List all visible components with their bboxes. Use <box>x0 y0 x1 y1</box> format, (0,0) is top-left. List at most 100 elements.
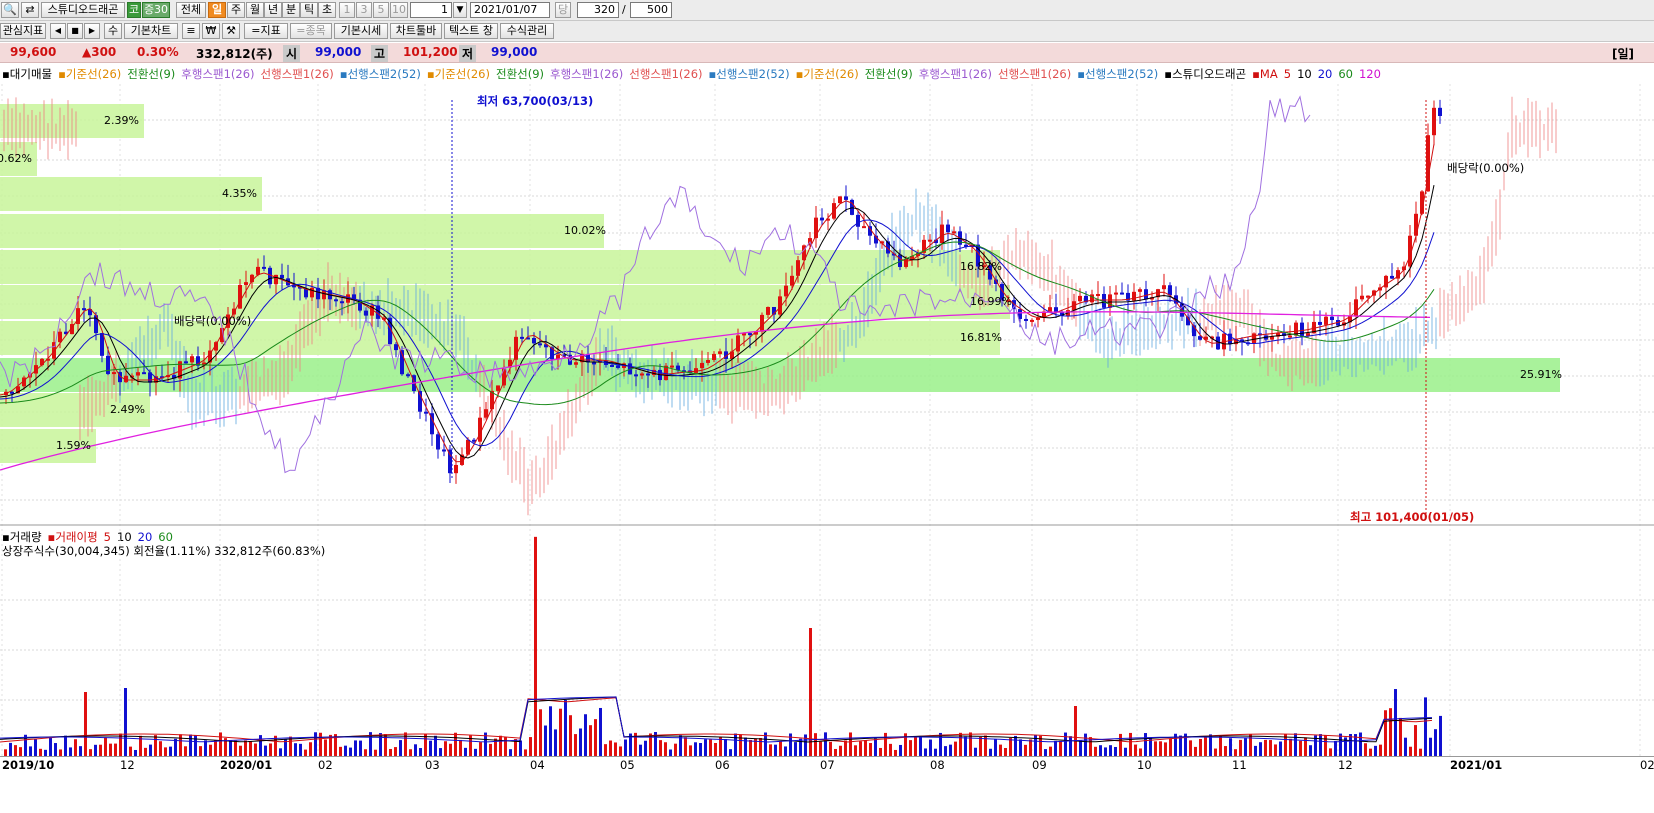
total-count-input[interactable]: 500 <box>630 2 672 18</box>
stock-name-field[interactable]: 스튜디오드래곤 <box>41 2 125 18</box>
period-week-button[interactable]: 주 <box>227 2 245 18</box>
high-price: 101,200 <box>403 45 458 59</box>
period-month-button[interactable]: 월 <box>246 2 264 18</box>
legend-item[interactable]: ▪기준선(26) <box>58 67 121 81</box>
legend-item[interactable]: 120 <box>1359 67 1381 81</box>
candle-body <box>322 290 326 300</box>
chart-toolbar-button[interactable]: 차트툴바 <box>390 23 442 39</box>
volume-bar <box>109 743 112 756</box>
interval-10-button[interactable]: 10 <box>390 2 408 18</box>
volume-bar <box>54 743 57 756</box>
volume-bar <box>619 746 622 756</box>
volume-bar <box>594 719 597 756</box>
sum-button[interactable]: 수 <box>104 23 122 39</box>
display-count-input[interactable]: 320 <box>577 2 619 18</box>
interval-input[interactable]: 1 <box>410 2 452 18</box>
legend-item[interactable]: 20 <box>1318 67 1333 81</box>
volume-bar <box>624 739 627 756</box>
formula-mgmt-button[interactable]: 수식관리 <box>500 23 554 39</box>
candle-body <box>790 275 794 286</box>
legend-item[interactable]: ▪선행스팬2(52) <box>1077 67 1158 81</box>
candle-body <box>1114 292 1118 295</box>
legend-item[interactable]: 선행스팬1(26) <box>998 67 1071 81</box>
chevron-down-icon[interactable]: ▼ <box>453 2 467 18</box>
volume-bar <box>204 740 207 756</box>
candle-body <box>1138 289 1142 292</box>
volume-bar <box>104 737 107 756</box>
current-button[interactable]: 당 <box>555 2 571 18</box>
volume-profile-label: 16.82% <box>960 260 1002 273</box>
volume-bar <box>864 740 867 756</box>
volume-bar <box>74 739 77 756</box>
candle-body <box>928 239 932 242</box>
legend-item[interactable]: 전환선(9) <box>127 67 175 81</box>
legend-item[interactable]: 후행스팬1(26) <box>919 67 992 81</box>
scroll-right-icon[interactable]: ▶ <box>84 23 100 39</box>
period-tick-button[interactable]: 틱 <box>300 2 318 18</box>
legend-item[interactable]: 선행스팬1(26) <box>629 67 702 81</box>
legend-item[interactable]: 5 <box>1284 67 1291 81</box>
candle-body <box>1036 317 1040 320</box>
candle-body <box>646 373 650 376</box>
volume-bar <box>699 743 702 756</box>
price-change-pct: 0.30% <box>137 45 179 59</box>
legend-item[interactable]: ▪스튜디오드래곤 <box>1164 67 1246 81</box>
watch-indicator-button[interactable]: 관심지표 <box>0 23 46 39</box>
volume-bar <box>1319 734 1322 756</box>
won-icon[interactable]: ₩ <box>202 23 220 39</box>
basic-quote-button[interactable]: 기본시세 <box>334 23 388 39</box>
bar-chart-icon[interactable]: ≡ <box>182 23 200 39</box>
volume-bar <box>1284 734 1287 756</box>
volume-profile-label: 25.91% <box>1520 368 1562 381</box>
interval-1-button[interactable]: 1 <box>339 2 355 18</box>
legend-item[interactable]: ▪선행스팬2(52) <box>340 67 421 81</box>
item-button[interactable]: =종목 <box>290 23 332 39</box>
basic-chart-button[interactable]: 기본차트 <box>124 23 178 39</box>
volume-bar <box>509 749 512 756</box>
legend-item[interactable]: ▪기준선(26) <box>427 67 490 81</box>
volume-bar <box>1264 739 1267 756</box>
indicator-button[interactable]: =지표 <box>244 23 288 39</box>
candle-body <box>856 214 860 227</box>
wrench-icon[interactable]: ⚒ <box>222 23 240 39</box>
volume-bar <box>1139 748 1142 756</box>
scroll-left-icon[interactable]: ◀ <box>50 23 66 39</box>
legend-item[interactable]: ▪기준선(26) <box>796 67 859 81</box>
candle-body <box>946 224 950 233</box>
period-day-button[interactable]: 일 <box>208 2 226 18</box>
interval-3-button[interactable]: 3 <box>356 2 372 18</box>
volume-bar <box>1234 749 1237 756</box>
stop-icon[interactable]: ■ <box>67 23 83 39</box>
volume-bar <box>784 746 787 756</box>
legend-item[interactable]: ▪대기매물 <box>2 67 52 81</box>
legend-item[interactable]: 후행스팬1(26) <box>550 67 623 81</box>
candle-body <box>1024 318 1028 321</box>
interval-5-button[interactable]: 5 <box>373 2 389 18</box>
candle-body <box>1414 213 1418 236</box>
volume-bar <box>1359 732 1362 756</box>
legend-item[interactable]: 60 <box>1338 67 1353 81</box>
date-input[interactable]: 2021/01/07 <box>470 2 550 18</box>
legend-item[interactable]: 전환선(9) <box>865 67 913 81</box>
volume-bar <box>1204 737 1207 756</box>
period-second-button[interactable]: 초 <box>318 2 336 18</box>
text-window-button[interactable]: 텍스트 창 <box>444 23 498 39</box>
period-all-button[interactable]: 전체 <box>176 2 206 18</box>
refresh-icon[interactable]: ⇄ <box>21 2 39 18</box>
volume-bar <box>1334 740 1337 756</box>
candle-body <box>1324 316 1328 325</box>
legend-item[interactable]: ▪선행스팬2(52) <box>709 67 790 81</box>
volume-bar <box>244 740 247 756</box>
period-minute-button[interactable]: 분 <box>282 2 300 18</box>
volume-bar <box>1179 735 1182 756</box>
period-year-button[interactable]: 년 <box>264 2 282 18</box>
search-icon[interactable]: 🔍 <box>1 2 19 18</box>
candle-body <box>262 266 266 269</box>
legend-item[interactable]: 10 <box>1297 67 1312 81</box>
candle-body <box>394 344 398 351</box>
legend-item[interactable]: 전환선(9) <box>496 67 544 81</box>
legend-item[interactable]: ▪MA <box>1252 67 1278 81</box>
legend-item[interactable]: 선행스팬1(26) <box>261 67 334 81</box>
legend-item[interactable]: 후행스팬1(26) <box>181 67 254 81</box>
price-chart[interactable] <box>0 84 1654 756</box>
